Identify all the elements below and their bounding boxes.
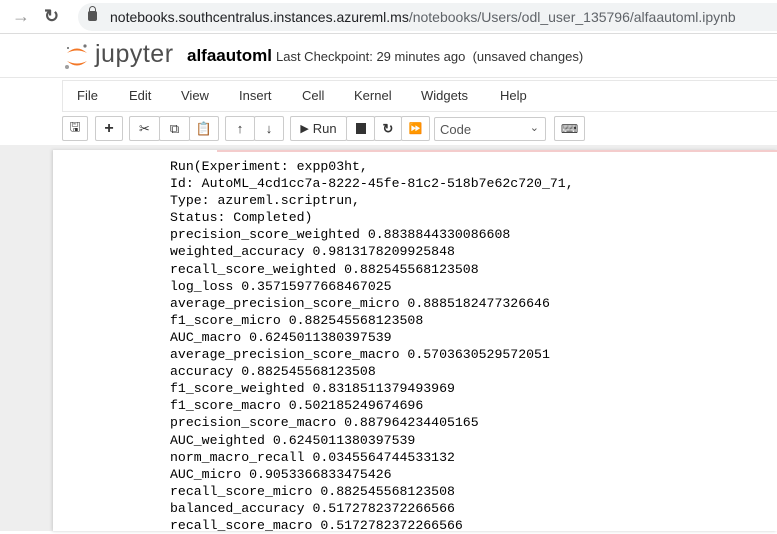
copy-icon: ⧉ [169,120,180,136]
cell-border [217,150,777,152]
paste-icon: 📋 [195,120,213,136]
output-line: recall_score_micro 0.882545568123508 [170,483,455,499]
browser-address-bar: → ↻ notebooks.southcentralus.instances.a… [0,0,777,34]
scissors-icon: ✂ [139,120,150,136]
move-up-button[interactable]: ↑ [225,116,255,141]
menu-help[interactable]: Help [500,88,527,103]
fast-forward-icon: ⏩ [408,123,423,135]
url-input[interactable]: notebooks.southcentralus.instances.azure… [78,3,777,31]
url-path: /notebooks/Users/odl_user_135796/alfaaut… [408,9,736,25]
jupyter-logo-text[interactable]: jupyter [95,40,174,69]
menu-insert[interactable]: Insert [239,88,272,103]
play-icon: ▶ [300,123,309,135]
restart-run-all-button[interactable]: ⏩ [401,116,430,141]
output-line: precision_score_macro 0.887964234405165 [170,415,479,431]
output-line: balanced_accuracy 0.5172782372266566 [170,500,455,516]
output-line: f1_score_weighted 0.8318511379493969 [170,381,455,397]
unsaved-indicator: (unsaved changes) [472,49,584,64]
save-button[interactable]: 🖫 [62,116,88,141]
output-line: accuracy 0.882545568123508 [170,364,376,380]
reload-icon[interactable]: ↻ [44,6,59,27]
output-line: norm_macro_recall 0.0345564744533132 [170,449,455,465]
forward-arrow-icon[interactable]: → [12,6,30,27]
lock-icon [88,6,97,21]
output-line: Type: azureml.scriptrun, [170,193,360,209]
save-icon: 🖫 [69,118,81,134]
output-line: Id: AutoML_4cd1cc7a-8222-45fe-81c2-518b7… [170,176,574,192]
jupyter-logo-icon[interactable] [63,42,91,72]
keyboard-icon: ⌨ [560,121,579,136]
run-label: Run [312,121,337,136]
menu-view[interactable]: View [181,88,209,103]
notebook-container: Run(Experiment: expp03ht, Id: AutoML_4cd1… [53,150,777,534]
jupyter-header: jupyter alfaautoml Last Checkpoint: 29 m… [0,34,777,78]
cell-type-select[interactable]: Code ⌄ [434,117,546,141]
notebook-name[interactable]: alfaautoml [187,46,272,66]
run-button[interactable]: ▶ Run [290,116,347,141]
output-line: weighted_accuracy 0.9813178209925848 [170,244,455,260]
output-line: average_precision_score_micro 0.88851824… [170,295,550,311]
output-line: f1_score_macro 0.502185249674696 [170,398,424,414]
restart-icon: ↻ [382,120,394,136]
menu-kernel[interactable]: Kernel [354,88,392,103]
output-line: average_precision_score_macro 0.57036305… [170,347,550,363]
output-line: recall_score_macro 0.5172782372266566 [170,517,463,533]
copy-button[interactable]: ⧉ [159,116,190,141]
toolbar: 🖫 + ✂ ⧉ 📋 ↑ ↓ ▶ Run ↻ ⏩ ⌨ [0,116,777,142]
restart-button[interactable]: ↻ [374,116,402,141]
menu-widgets[interactable]: Widgets [421,88,468,103]
output-line: Run(Experiment: expp03ht, [170,159,368,174]
command-palette-button[interactable]: ⌨ [554,116,585,141]
output-line: AUC_macro 0.6245011380397539 [170,329,392,345]
menu-cell[interactable]: Cell [302,88,324,103]
cell-type-value: Code [440,122,472,137]
plus-icon: + [104,119,114,137]
interrupt-button[interactable] [346,116,375,141]
paste-button[interactable]: 📋 [189,116,219,141]
arrow-up-icon: ↑ [236,121,244,136]
url-host: notebooks.southcentralus.instances.azure… [110,9,409,25]
menu-bar: File Edit View Insert Cell Kernel Widget… [62,80,777,112]
cell-output: Run(Experiment: expp03ht, Id: AutoML_4cd1… [170,158,574,534]
output-line: Status: Completed) [170,210,313,226]
url-text: notebooks.southcentralus.instances.azure… [110,9,736,25]
checkpoint-status: Last Checkpoint: 29 minutes ago (unsaved… [276,49,583,64]
insert-cell-button[interactable]: + [95,116,123,141]
chevron-down-icon: ⌄ [529,122,539,134]
output-line: log_loss 0.35715977668467025 [170,278,392,294]
output-line: AUC_micro 0.9053366833475426 [170,466,392,482]
output-line: precision_score_weighted 0.8838844330086… [170,227,511,243]
arrow-down-icon: ↓ [265,121,273,136]
output-line: f1_score_micro 0.882545568123508 [170,312,424,328]
move-down-button[interactable]: ↓ [254,116,284,141]
menu-file[interactable]: File [77,88,98,103]
notebook-background: Run(Experiment: expp03ht, Id: AutoML_4cd1… [0,145,777,534]
output-line: AUC_weighted 0.6245011380397539 [170,432,416,448]
menu-edit[interactable]: Edit [129,88,151,103]
checkpoint-text: Last Checkpoint: 29 minutes ago [276,49,466,64]
stop-icon [355,123,366,134]
cut-button[interactable]: ✂ [129,116,160,141]
output-line: recall_score_weighted 0.882545568123508 [170,261,479,277]
